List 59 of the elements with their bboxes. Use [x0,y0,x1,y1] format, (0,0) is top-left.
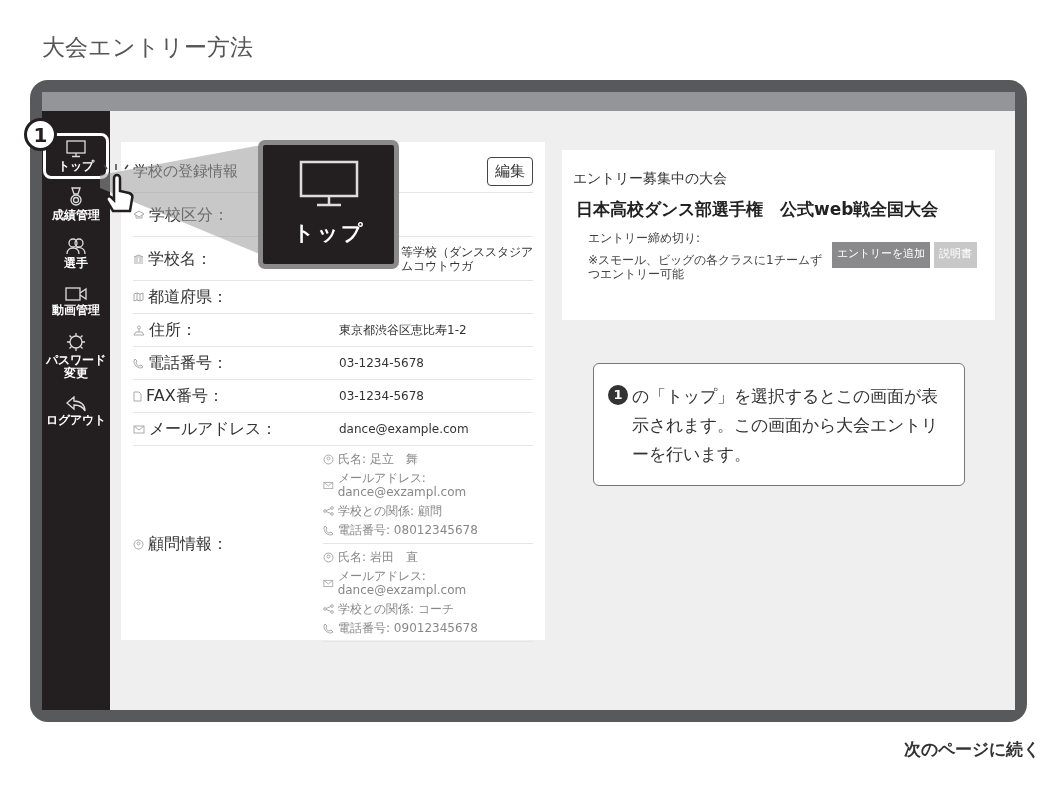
field-label: 住所： [149,319,197,341]
mail-icon [133,424,145,434]
building-icon [133,253,144,264]
field-label: FAX番号： [146,385,224,407]
advisor-detail: メールアドレス: dance@exzampl.com [337,569,468,597]
person-icon [323,551,334,563]
advisor-detail: 氏名: 岩田 直 [338,550,418,564]
medal-icon [69,187,83,207]
card-title: エントリー募集中の大会 [573,169,728,188]
share-icon [323,506,334,516]
edit-button[interactable]: 編集 [487,157,533,186]
field-label: 学校名： [148,247,212,270]
page-title: 大会エントリー方法 [42,33,253,62]
popup-label: トップ [292,219,365,247]
advisor-detail: 学校との関係: 顧問 [338,504,442,518]
share-icon [323,604,334,614]
field-value: 等学校（ダンススタジアムコウトウガ [400,244,533,273]
field-label: メールアドレス： [149,418,277,440]
people-icon [66,236,86,255]
deadline-label: エントリー締め切り: [588,229,702,247]
sidebar-item[interactable]: 選手 [43,230,109,276]
mail-icon [323,480,334,490]
field-value: dance@example.com [339,422,469,436]
card-title: 学校の登録情報 [133,161,238,183]
sidebar-item[interactable]: 動画管理 [43,278,109,324]
phone-icon [133,357,144,369]
field-value: 03-1234-5678 [339,356,424,370]
advisor-detail: 電話番号: 09012345678 [338,621,478,635]
step-number: 1 [608,385,628,405]
field-label: 学校区分： [149,203,229,226]
field-value: 東京都渋谷区恵比寿1-2 [339,323,467,337]
entry-note: ※スモール、ビッグの各クラスに1チームずつエントリー可能 [588,252,823,281]
sidebar-item[interactable]: ログアウト [43,388,109,434]
field-label: 都道府県： [148,286,228,308]
advisor-detail: 氏名: 足立 舞 [338,452,418,466]
person-icon [133,538,144,550]
mail-icon [323,578,334,588]
document-icon [133,390,142,402]
field-label: 電話番号： [148,352,228,374]
field-value: 03-1234-5678 [339,389,424,403]
sidebar-item[interactable]: パスワード変更 [43,326,109,386]
advisor-detail: メールアドレス: dance@exzampl.com [337,471,468,499]
event-title: 日本高校ダンス部選手権 公式web戦全国大会 [576,198,940,221]
video-camera-icon [65,285,87,302]
phone-icon [323,622,334,634]
map-icon [133,292,144,302]
phone-icon [323,524,334,536]
logout-icon [66,395,86,412]
advisor-detail: 電話番号: 08012345678 [338,523,478,537]
location-icon [133,324,145,336]
field-label: 顧問情報： [148,533,228,555]
cap-icon [133,209,145,220]
callout-text: の「トップ」を選択するとこの画面が表示されます。この画面から大会エントリーを行います。 [632,385,939,466]
gear-icon [66,332,86,352]
person-icon [323,453,334,465]
continued-note: 次のページに続く [904,738,1040,761]
monitor-icon [298,159,359,208]
advisor-detail: 学校との関係: コーチ [338,602,454,616]
monitor-icon [66,139,86,158]
